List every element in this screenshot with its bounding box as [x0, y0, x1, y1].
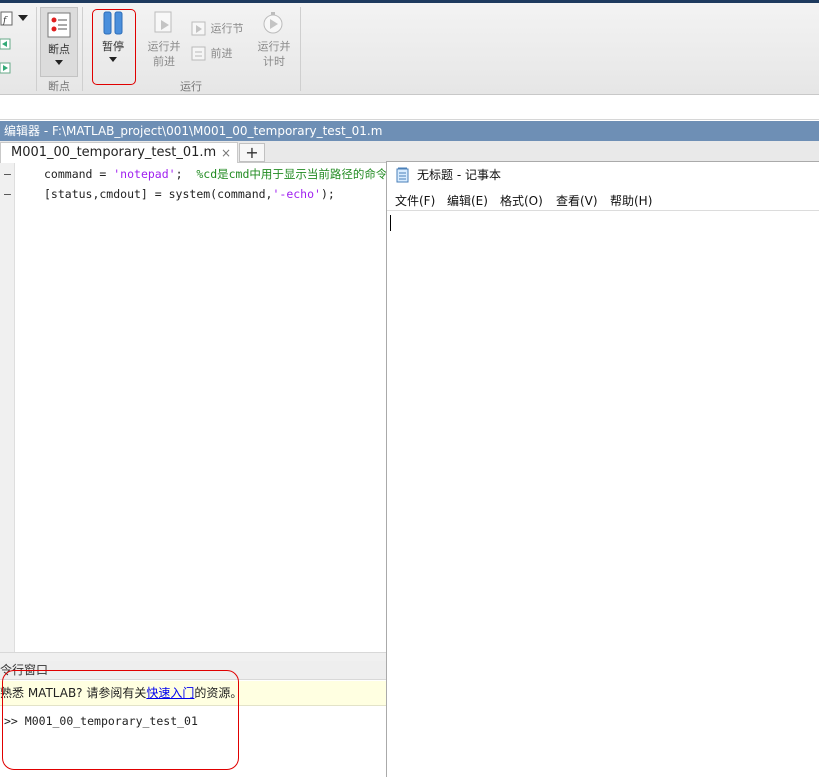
code-text: [status,cmdout] = system(command,	[44, 187, 273, 201]
function-icon-button[interactable]: f	[0, 11, 14, 27]
pause-highlight-annotation	[92, 9, 136, 85]
menu-help[interactable]: 帮助(H)	[610, 192, 652, 209]
editor-gutter	[0, 163, 15, 652]
breakpoint-button[interactable]: 断点	[40, 7, 78, 77]
advance-label: 前进	[210, 47, 233, 60]
chevron-down-icon	[18, 15, 28, 21]
menu-file[interactable]: 文件(F)	[395, 192, 435, 209]
command-highlight-annotation	[2, 670, 239, 770]
run-and-advance-button[interactable]: 运行并 前进	[143, 7, 185, 77]
function-icon: f	[0, 11, 13, 26]
advance-button[interactable]: 前进	[191, 45, 251, 65]
breakpoint-section-label: 断点	[48, 80, 70, 93]
indent-icon-button[interactable]	[0, 37, 12, 51]
address-strip	[0, 96, 819, 120]
notepad-text-area[interactable]	[387, 212, 819, 777]
indent-icon	[0, 38, 11, 50]
run-and-time-button[interactable]: 运行并 计时	[253, 7, 295, 77]
tab-editor-file[interactable]: M001_00_temporary_test_01.m ×	[0, 142, 238, 163]
tab-label: M001_00_temporary_test_01.m	[11, 145, 217, 160]
outdent-icon	[0, 62, 11, 74]
code-editor[interactable]: – command = 'notepad'; %cd是cmd中用于显示当前路径的…	[0, 163, 386, 652]
run-and-advance-label-1: 运行并	[147, 40, 181, 53]
run-and-time-label-2: 计时	[263, 55, 285, 68]
code-string: 'notepad'	[113, 167, 176, 181]
close-icon[interactable]: ×	[221, 143, 231, 163]
text-caret	[390, 215, 391, 231]
code-string: '-echo'	[272, 187, 321, 201]
run-and-advance-label-2: 前进	[153, 55, 175, 68]
code-comment: %cd是cmd中用于显示当前路径的命令	[196, 167, 386, 181]
run-and-time-icon	[261, 10, 287, 39]
code-text: command =	[44, 167, 114, 181]
code-line[interactable]: – [status,cmdout] = system(command,'-ech…	[0, 184, 386, 204]
line-marker: –	[4, 187, 11, 201]
breakpoint-section: 断点 断点	[37, 3, 81, 95]
notepad-icon	[396, 167, 409, 183]
section-divider	[300, 7, 301, 91]
run-section-label: 运行节	[210, 22, 244, 35]
code-line[interactable]: – command = 'notepad'; %cd是cmd中用于显示当前路径的…	[0, 164, 386, 184]
notepad-window: 无标题 - 记事本 文件(F) 编辑(E) 格式(O) 查看(V) 帮助(H)	[386, 161, 819, 777]
breakpoint-icon	[46, 11, 72, 42]
code-text: );	[320, 187, 335, 201]
menu-edit[interactable]: 编辑(E)	[447, 192, 488, 209]
run-section-button[interactable]: 运行节	[191, 20, 251, 40]
breakpoint-button-label: 断点	[48, 43, 70, 56]
menu-format[interactable]: 格式(O)	[500, 192, 543, 209]
editor-title-bar: 编辑器 - F:\MATLAB_project\001\M001_00_temp…	[0, 121, 819, 141]
chevron-down-icon	[55, 60, 63, 65]
run-and-time-label-1: 运行并	[257, 40, 291, 53]
notepad-title: 无标题 - 记事本	[417, 168, 501, 182]
notepad-menu-bar: 文件(F) 编辑(E) 格式(O) 查看(V) 帮助(H)	[387, 189, 819, 211]
advance-icon	[191, 46, 206, 61]
line-marker: –	[4, 167, 11, 181]
outdent-icon-button[interactable]	[0, 61, 12, 75]
function-dropdown-button[interactable]	[17, 13, 29, 23]
run-advance-icon	[151, 10, 177, 39]
menu-view[interactable]: 查看(V)	[556, 192, 598, 209]
code-text: ;	[175, 167, 197, 181]
add-tab-button[interactable]: +	[239, 143, 265, 162]
run-section-icon	[191, 21, 206, 36]
notepad-title-bar[interactable]: 无标题 - 记事本	[387, 162, 819, 188]
editor-tab-bar: M001_00_temporary_test_01.m × +	[0, 141, 819, 163]
editor-scrollbar[interactable]	[0, 652, 386, 661]
